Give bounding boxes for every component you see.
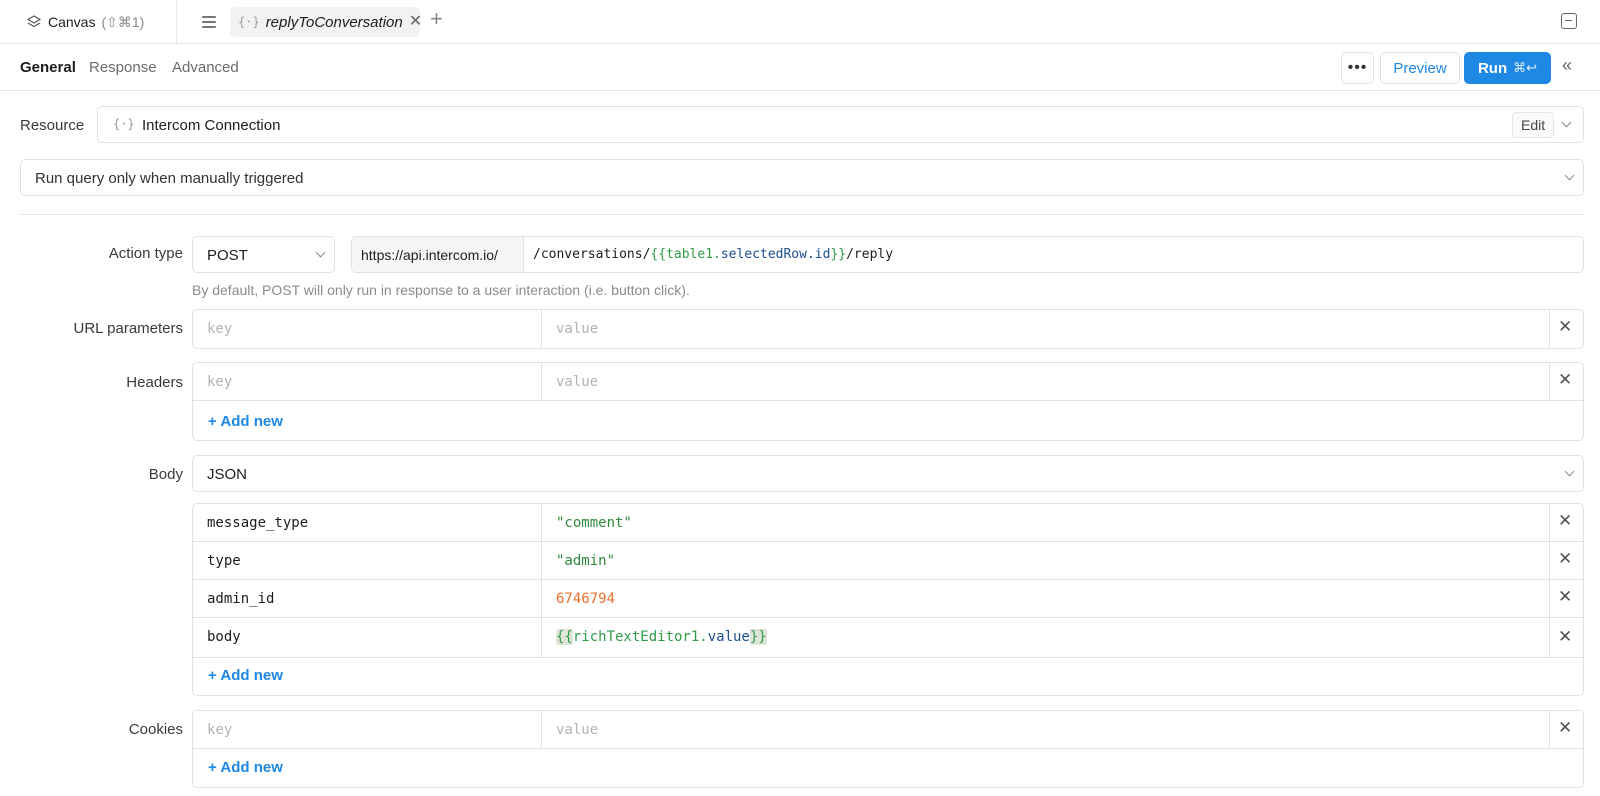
chevron-down-icon xyxy=(1564,170,1575,181)
collapse-chevron-icon[interactable]: « xyxy=(1562,56,1572,74)
key-input[interactable]: admin_id xyxy=(207,591,274,607)
value-input[interactable]: {{richTextEditor1.value}} xyxy=(556,629,767,645)
add-tab-icon[interactable]: + xyxy=(430,8,443,30)
key-input[interactable]: key xyxy=(207,321,232,337)
table-row: body {{richTextEditor1.value}} ✕ xyxy=(193,618,1585,658)
key-input[interactable]: key xyxy=(207,374,232,390)
url-path-prefix: /conversations/ xyxy=(533,247,651,262)
trigger-value: Run query only when manually triggered xyxy=(35,170,304,187)
key-input[interactable]: message_type xyxy=(207,515,308,531)
tab-label: replyToConversation xyxy=(265,13,403,31)
cookies-table: key value ✕ xyxy=(192,710,1585,788)
url-parameters-label: URL parameters xyxy=(73,320,183,337)
add-cookie-button[interactable]: + Add new xyxy=(208,759,283,776)
remove-row-icon[interactable]: ✕ xyxy=(1558,550,1572,567)
remove-row-icon[interactable]: ✕ xyxy=(1558,512,1572,529)
more-options-button[interactable]: ••• xyxy=(1341,52,1374,84)
template-close: }} xyxy=(830,247,847,262)
headers-label: Headers xyxy=(126,374,183,391)
value-input[interactable]: "admin" xyxy=(556,553,615,569)
brace-icon: {·} xyxy=(113,117,135,131)
table-row: key value ✕ xyxy=(193,363,1585,401)
action-help-text: By default, POST will only run in respon… xyxy=(192,282,690,298)
remove-row-icon[interactable]: ✕ xyxy=(1558,318,1572,335)
resource-value: Intercom Connection xyxy=(142,117,281,134)
url-path-suffix: /reply xyxy=(846,247,894,262)
base-url-prefix: https://api.intercom.io/ xyxy=(352,237,524,272)
chevron-down-icon xyxy=(1561,117,1572,128)
canvas-shortcut-hint: (⇧⌘1) xyxy=(101,13,145,30)
run-button[interactable]: Run ⌘↩ xyxy=(1464,52,1551,84)
table-row: message_type "comment" ✕ xyxy=(193,504,1585,542)
canvas-button[interactable]: Canvas (⇧⌘1) xyxy=(26,11,144,33)
chevron-down-icon xyxy=(1564,466,1575,477)
table-row: key value ✕ xyxy=(193,310,1585,348)
topbar-divider xyxy=(176,0,177,44)
template-object: table1. xyxy=(666,247,721,262)
trigger-select[interactable]: Run query only when manually triggered xyxy=(20,159,1584,196)
add-header-button[interactable]: + Add new xyxy=(208,413,283,430)
method-select[interactable]: POST xyxy=(192,236,335,273)
headers-table: key value ✕ xyxy=(192,362,1585,441)
remove-row-icon[interactable]: ✕ xyxy=(1558,588,1572,605)
template-property: selectedRow.id xyxy=(720,247,831,262)
table-row: admin_id 6746794 ✕ xyxy=(193,580,1585,618)
body-label: Body xyxy=(148,466,183,483)
remove-row-icon[interactable]: ✕ xyxy=(1558,371,1572,388)
method-value: POST xyxy=(207,247,248,264)
menu-icon[interactable] xyxy=(202,12,220,32)
run-label: Run xyxy=(1477,59,1508,77)
value-input[interactable]: 6746794 xyxy=(556,591,615,607)
key-input[interactable]: body xyxy=(207,629,241,645)
chevron-down-icon xyxy=(315,247,326,258)
add-body-field-button[interactable]: + Add new xyxy=(208,667,283,684)
table-row: type "admin" ✕ xyxy=(193,542,1585,580)
run-shortcut: ⌘↩ xyxy=(1513,60,1538,75)
template-open: {{ xyxy=(650,247,667,262)
body-format-select[interactable]: JSON xyxy=(192,455,1584,492)
resource-select[interactable]: {·} Intercom Connection Edit xyxy=(97,106,1584,143)
canvas-label: Canvas xyxy=(48,14,96,30)
tab-general[interactable]: General xyxy=(20,59,76,76)
cookies-label: Cookies xyxy=(128,721,183,738)
brace-icon: {·} xyxy=(238,15,260,29)
close-icon[interactable]: ✕ xyxy=(409,14,422,30)
preview-button[interactable]: Preview xyxy=(1380,52,1460,84)
key-input[interactable]: type xyxy=(207,553,241,569)
tab-reply-to-conversation[interactable]: {·} replyToConversation ✕ xyxy=(230,7,422,37)
top-bar: Canvas (⇧⌘1) {·} replyToConversation ✕ + xyxy=(0,0,1600,44)
remove-row-icon[interactable]: ✕ xyxy=(1558,628,1572,645)
body-table: message_type "comment" ✕ type "admin" ✕ … xyxy=(192,503,1585,696)
url-field[interactable]: https://api.intercom.io/ /conversations/… xyxy=(351,236,1584,273)
resource-label: Resource xyxy=(20,117,85,134)
edit-resource-button[interactable]: Edit xyxy=(1512,112,1555,138)
template-close: }} xyxy=(749,629,767,645)
action-type-label: Action type xyxy=(108,245,183,262)
template-open: {{ xyxy=(556,629,573,645)
minimize-panel-icon[interactable] xyxy=(1561,13,1577,29)
value-input[interactable]: "comment" xyxy=(556,515,632,531)
template-object: richTextEditor1. xyxy=(572,629,708,645)
template-property: value xyxy=(707,629,750,645)
table-row: key value ✕ xyxy=(193,711,1585,749)
key-input[interactable]: key xyxy=(207,722,232,738)
tab-advanced[interactable]: Advanced xyxy=(172,59,239,76)
tab-response[interactable]: Response xyxy=(89,59,157,76)
url-parameters-table: key value ✕ xyxy=(192,309,1584,349)
remove-row-icon[interactable]: ✕ xyxy=(1558,719,1572,736)
base-url: https://api.intercom.io/ xyxy=(361,247,498,263)
layers-icon xyxy=(27,15,41,28)
body-format-value: JSON xyxy=(207,466,248,483)
value-input[interactable]: value xyxy=(556,722,598,738)
value-input[interactable]: value xyxy=(556,321,598,337)
url-path[interactable]: /conversations/{{table1.selectedRow.id}}… xyxy=(533,247,893,262)
value-input[interactable]: value xyxy=(556,374,598,390)
section-divider xyxy=(20,214,1584,215)
